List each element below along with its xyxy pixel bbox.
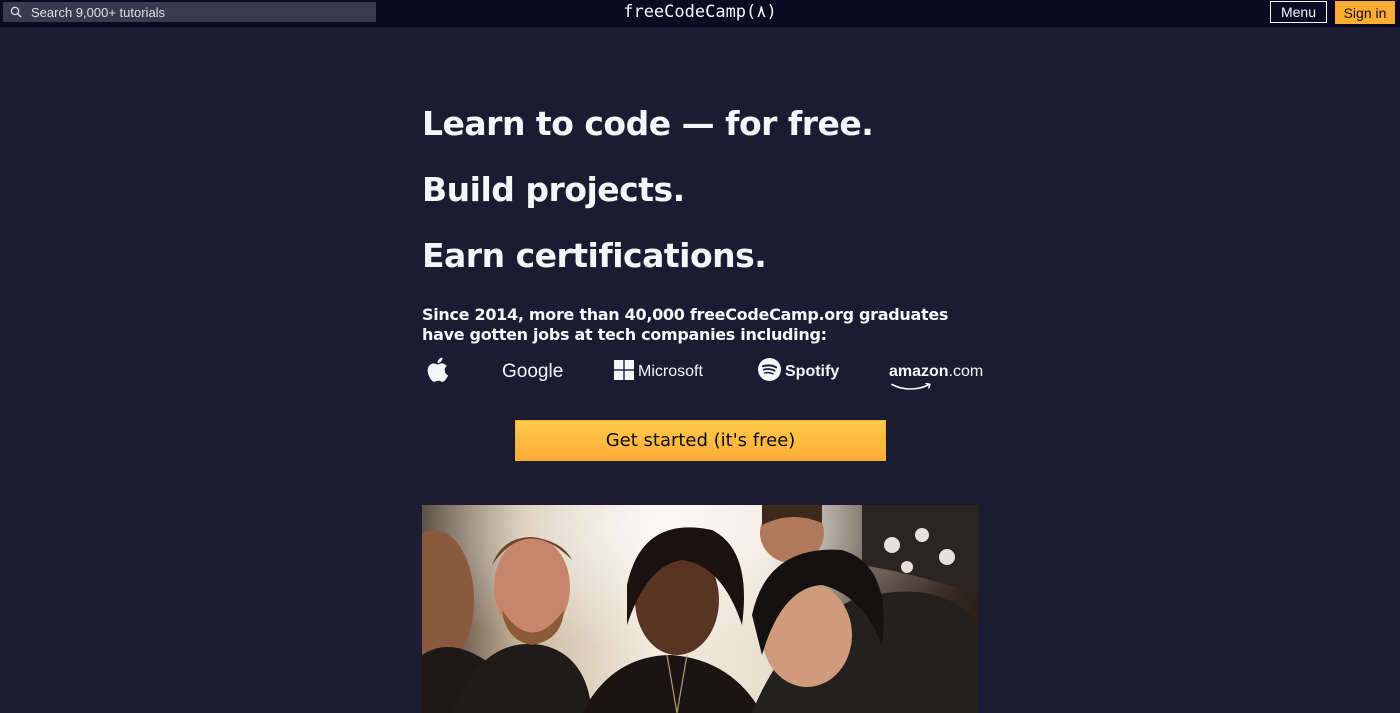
spotify-logo: Spotify	[758, 355, 839, 389]
hero-section: Learn to code — for free. Build projects…	[422, 96, 982, 294]
spotify-icon	[758, 358, 781, 386]
people-collaborating-image	[422, 505, 979, 713]
headline-earn: Earn certifications.	[422, 236, 767, 275]
get-started-button[interactable]: Get started (it's free)	[515, 420, 886, 461]
headline-build: Build projects.	[422, 170, 685, 209]
company-logos: Google Microsoft Spotify amazon.com	[422, 355, 984, 390]
google-logo: Google	[502, 355, 563, 389]
amazon-smile-icon	[891, 378, 935, 396]
amazon-logo: amazon.com	[889, 355, 984, 390]
search-icon	[3, 2, 29, 22]
search-input[interactable]	[29, 2, 376, 22]
top-navbar: freeCodeCamp(٨) Menu Sign in	[0, 0, 1400, 27]
sign-in-button[interactable]: Sign in	[1335, 1, 1395, 24]
headline-learn: Learn to code — for free.	[422, 104, 874, 143]
microsoft-logo: Microsoft	[614, 355, 703, 389]
amazon-logo-suffix: .com	[948, 363, 984, 380]
search-bar[interactable]	[3, 2, 376, 22]
apple-logo	[426, 355, 450, 389]
graduates-statement: Since 2014, more than 40,000 freeCodeCam…	[422, 305, 949, 344]
hero-photo	[422, 505, 979, 713]
microsoft-logo-text: Microsoft	[638, 363, 703, 380]
apple-icon	[426, 356, 450, 389]
brand-logo-text[interactable]: freeCodeCamp(٨)	[623, 2, 777, 22]
spotify-logo-text: Spotify	[785, 363, 840, 380]
microsoft-icon	[614, 359, 634, 385]
google-logo-text: Google	[502, 361, 564, 382]
menu-button[interactable]: Menu	[1270, 1, 1327, 23]
